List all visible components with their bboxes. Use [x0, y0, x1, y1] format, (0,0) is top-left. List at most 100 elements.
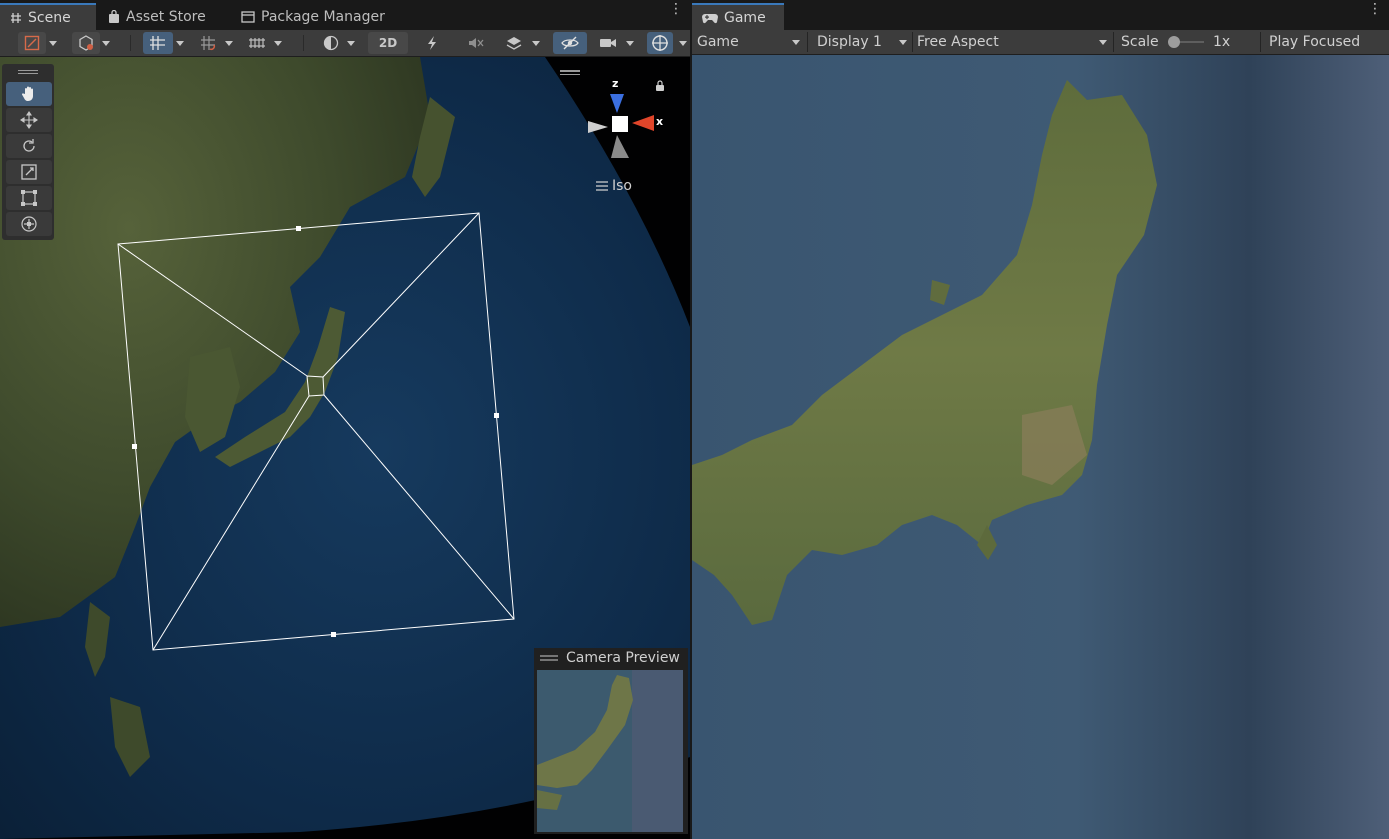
game-view-dropdown-icon — [789, 31, 803, 53]
tab-asset-store-label: Asset Store — [126, 8, 206, 25]
scene-more-options-icon[interactable]: ⋮ — [669, 2, 683, 16]
scale-icon — [21, 164, 37, 180]
game-panel: Game ⋮ Game Display 1 Free Aspect Scale … — [692, 0, 1389, 839]
play-mode-select[interactable]: Play Focused — [1264, 30, 1389, 54]
draw-mode-dropdown-icon[interactable] — [46, 32, 60, 54]
lighting-dropdown-icon[interactable] — [344, 32, 358, 54]
game-more-options-icon[interactable]: ⋮ — [1368, 2, 1382, 16]
scale-label-container: Scale — [1116, 30, 1160, 54]
projection-label: Iso — [612, 178, 632, 194]
camera-preview-header[interactable]: Camera Preview — [534, 648, 688, 668]
camera-preview-panel: Camera Preview — [534, 648, 688, 834]
toolbar-separator — [807, 32, 808, 52]
hand-tool-button[interactable] — [6, 82, 52, 106]
grid-y-icon — [150, 36, 165, 50]
increment-snap-button[interactable] — [244, 32, 270, 54]
grid-snap-icon — [201, 36, 216, 51]
camera-preview-image — [537, 670, 683, 832]
tools-grip[interactable] — [18, 70, 38, 74]
tab-package-manager[interactable]: Package Manager — [231, 3, 401, 30]
display-dropdown-icon — [896, 31, 910, 53]
frustum-handle-bottom[interactable] — [331, 632, 336, 637]
shopping-bag-icon — [109, 10, 119, 23]
gizmo-lock-icon[interactable] — [656, 85, 664, 91]
lighting-sphere-icon — [323, 35, 339, 51]
tab-game[interactable]: Game — [692, 3, 784, 30]
game-viewport[interactable] — [692, 55, 1389, 839]
gizmo-grip — [560, 70, 580, 72]
gizmos-button[interactable] — [647, 32, 673, 54]
gizmo-grip — [560, 74, 580, 75]
rotate-icon — [23, 139, 35, 152]
snap-button[interactable] — [196, 32, 220, 54]
play-mode-label: Play Focused — [1269, 34, 1361, 50]
render-mode-dropdown-icon[interactable] — [99, 32, 113, 54]
game-tab-bar: Game ⋮ — [692, 0, 1389, 30]
scale-label: Scale — [1121, 34, 1159, 50]
lighting-toggle-button[interactable] — [318, 32, 344, 54]
display-select-label: Display 1 — [817, 34, 882, 50]
game-view-select-label: Game — [697, 34, 739, 50]
drag-grip-icon — [540, 655, 558, 661]
toolbar-separator — [303, 35, 304, 51]
gamepad-icon — [702, 13, 718, 23]
speaker-mute-icon — [469, 38, 484, 48]
grid-toggle-button[interactable] — [143, 32, 173, 54]
tab-scene[interactable]: Scene — [0, 3, 96, 30]
display-select[interactable]: Display 1 — [812, 30, 912, 54]
tab-scene-label: Scene — [28, 9, 71, 26]
effects-dropdown-icon[interactable] — [529, 32, 543, 54]
transform-icon — [21, 216, 37, 232]
aspect-dropdown-icon — [1096, 31, 1110, 53]
game-toolbar: Game Display 1 Free Aspect Scale 1x Play… — [692, 30, 1389, 55]
layers-effects-icon — [506, 37, 522, 50]
snap-dropdown-icon[interactable] — [222, 32, 236, 54]
toolbar-separator — [1260, 32, 1261, 52]
package-icon — [241, 10, 255, 23]
tab-asset-store[interactable]: Asset Store — [98, 3, 223, 30]
frustum-handle-top[interactable] — [296, 226, 301, 231]
scene-visibility-button[interactable] — [553, 32, 587, 54]
tab-game-label: Game — [724, 9, 766, 26]
toolbar-separator — [1113, 32, 1114, 52]
move-tool-button[interactable] — [6, 108, 52, 132]
frustum-handle-right[interactable] — [494, 413, 499, 418]
scene-camera-button[interactable] — [596, 32, 620, 54]
video-camera-icon — [600, 39, 616, 47]
cube-render-icon — [79, 35, 93, 51]
draw-mode-icon — [24, 35, 40, 51]
scene-camera-dropdown-icon[interactable] — [623, 32, 637, 54]
grid-hash-icon — [11, 12, 21, 23]
mode-2d-button[interactable]: 2D — [368, 32, 408, 54]
rotate-tool-button[interactable] — [6, 134, 52, 158]
projection-toggle[interactable]: Iso — [596, 178, 632, 194]
eye-hidden-icon — [561, 36, 579, 50]
scale-slider[interactable] — [1168, 35, 1206, 49]
axis-x-label: x — [656, 115, 663, 128]
increment-snap-dropdown-icon[interactable] — [271, 32, 285, 54]
gizmo-center-cube[interactable] — [612, 116, 628, 132]
tools-overlay — [2, 64, 54, 240]
mode-2d-label: 2D — [378, 36, 398, 50]
frustum-handle-left[interactable] — [132, 444, 137, 449]
scale-tool-button[interactable] — [6, 160, 52, 184]
audio-toggle-button[interactable] — [464, 32, 488, 54]
transform-tool-button[interactable] — [6, 212, 52, 236]
gizmos-dropdown-icon[interactable] — [676, 32, 690, 54]
hand-icon — [21, 86, 33, 101]
game-view-select[interactable]: Game — [692, 30, 805, 54]
lightbulb-icon — [428, 36, 436, 50]
scale-value: 1x — [1213, 34, 1231, 50]
draw-mode-button[interactable] — [18, 32, 46, 54]
grid-dropdown-icon[interactable] — [173, 32, 187, 54]
lighting-button[interactable] — [420, 32, 444, 54]
toolbar-separator — [130, 35, 131, 51]
effects-toggle-button[interactable] — [502, 32, 526, 54]
aspect-select[interactable]: Free Aspect — [912, 30, 1112, 54]
scale-value-container: 1x — [1208, 30, 1248, 54]
tab-package-manager-label: Package Manager — [261, 8, 385, 25]
render-mode-button[interactable] — [72, 32, 100, 54]
rect-tool-button[interactable] — [6, 186, 52, 210]
scale-slider-thumb[interactable] — [1168, 36, 1180, 48]
rect-transform-icon — [21, 190, 37, 206]
